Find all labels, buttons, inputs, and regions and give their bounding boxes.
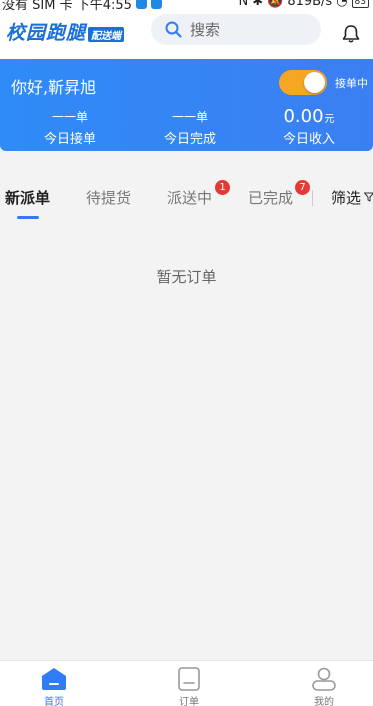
stat-value: 一一单: [51, 110, 88, 124]
greeting-text: 你好,靳昇旭: [11, 78, 97, 97]
nav-home-label: 首页: [44, 697, 64, 706]
battery-icon: 83: [351, 0, 369, 8]
network-speed: 819B/s: [287, 0, 333, 9]
stat-value: 一一单: [171, 110, 208, 124]
stat-value: 0.00元: [249, 107, 369, 127]
toggle-knob: [304, 72, 325, 93]
tab-new-dispatch[interactable]: 新派单: [5, 187, 50, 208]
nav-profile[interactable]: 我的: [284, 661, 364, 706]
nav-profile-label: 我的: [314, 697, 334, 706]
delivering-badge: 1: [215, 180, 230, 195]
profile-icon: [312, 667, 336, 691]
tab-divider: [312, 190, 313, 206]
bottom-nav: 首页 订单 我的: [0, 660, 373, 706]
active-tab-indicator: [17, 216, 39, 219]
nav-orders[interactable]: 订单: [149, 661, 229, 706]
status-bar-right: N ✱ 🔕 819B/s ◔ 83: [238, 0, 369, 9]
stat-label: 今日完成: [163, 132, 216, 147]
mute-icon: 🔕: [267, 0, 284, 9]
orders-icon: [178, 667, 200, 691]
wifi-icon: ◔: [336, 0, 348, 9]
stats-banner: 你好,靳昇旭 接单中 一一单 今日接单 一一单 今日完成 0.00元 今日收入: [0, 59, 373, 151]
status-bar-left: 没有 SIM 卡 下午4:55: [2, 0, 162, 12]
stat-today-income: 0.00元 今日收入: [249, 107, 369, 148]
filter-icon[interactable]: [364, 192, 373, 202]
empty-state-text: 暂无订单: [156, 268, 217, 286]
tab-pending-pickup[interactable]: 待提货: [86, 187, 131, 208]
bluetooth-icon: ✱: [252, 0, 264, 9]
header: 校园跑腿 配送端 搜索: [0, 12, 373, 59]
income-unit: 元: [324, 114, 335, 125]
status-bar: 没有 SIM 卡 下午4:55 N ✱ 🔕 819B/s ◔ 83: [0, 0, 373, 12]
stat-label: 今日收入: [282, 132, 335, 147]
completed-badge: 7: [295, 180, 310, 195]
tab-delivering[interactable]: 派送中: [167, 187, 212, 208]
status-bar-time: 没有 SIM 卡 下午4:55: [2, 0, 132, 12]
stat-label: 今日接单: [43, 132, 96, 147]
cloud-icon: [150, 0, 162, 9]
notification-icon: [135, 0, 147, 9]
tab-completed[interactable]: 已完成: [248, 187, 293, 208]
search-input[interactable]: 搜索: [151, 14, 321, 45]
stat-today-completed: 一一单 今日完成: [130, 107, 250, 147]
toggle-label: 接单中: [335, 77, 368, 90]
nav-orders-label: 订单: [179, 697, 199, 706]
stat-today-accepted: 一一单 今日接单: [10, 107, 130, 147]
search-placeholder: 搜索: [190, 21, 221, 39]
filter-button[interactable]: 筛选: [331, 187, 361, 208]
order-tabs: 新派单 待提货 派送中 1 已完成 7 筛选: [0, 176, 373, 220]
accept-orders-toggle[interactable]: [279, 70, 327, 95]
search-icon: [165, 21, 182, 38]
home-icon: [42, 668, 66, 690]
logo-main-text: 校园跑腿: [6, 22, 87, 44]
app-logo: 校园跑腿 配送端: [6, 18, 125, 45]
bell-icon[interactable]: [341, 24, 361, 44]
nav-home[interactable]: 首页: [14, 661, 94, 706]
logo-sub-text: 配送端: [88, 27, 125, 42]
income-amount: 0.00: [283, 106, 324, 127]
nfc-icon: N: [238, 0, 249, 9]
